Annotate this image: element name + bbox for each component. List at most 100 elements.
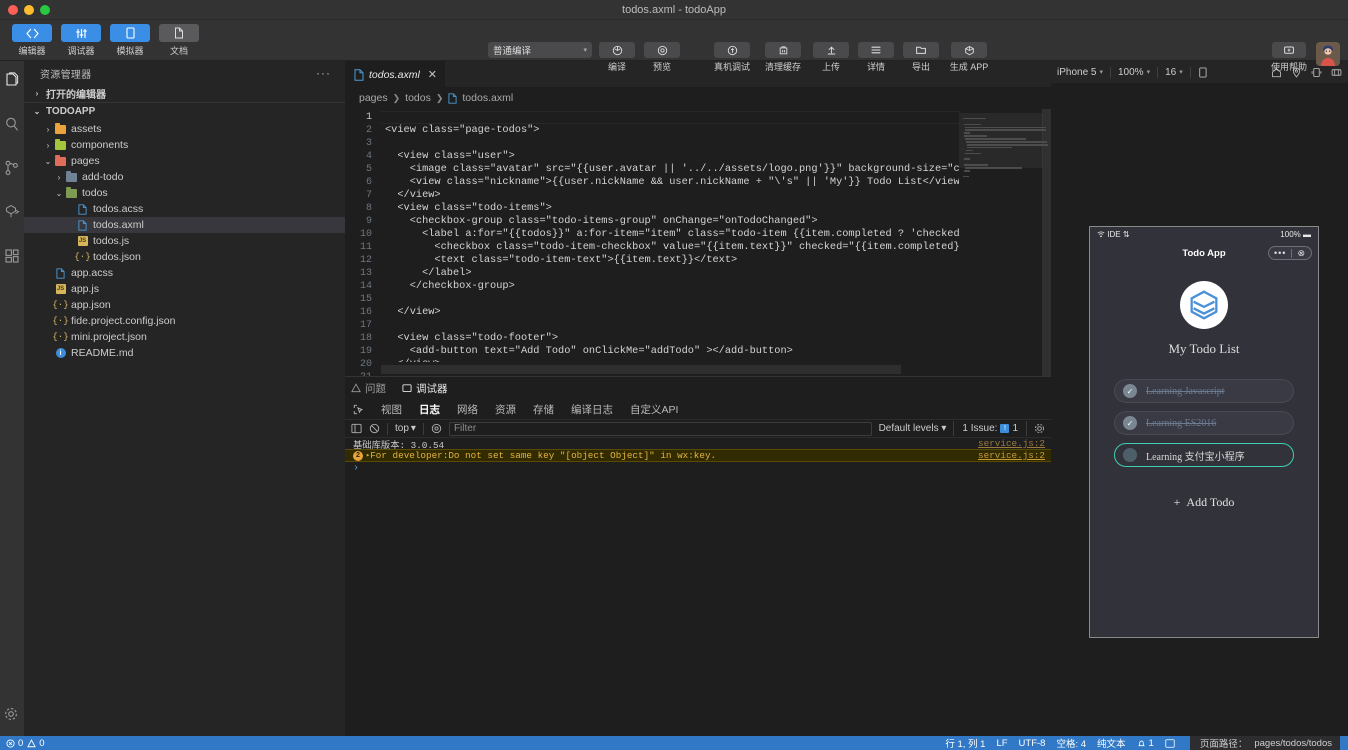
- tree-item-todos-axml[interactable]: todos.axml: [24, 217, 345, 233]
- inspect-element-icon[interactable]: [353, 404, 364, 415]
- debug-icon[interactable]: [3, 203, 21, 221]
- console-issues-button[interactable]: 1 Issue: ! 1: [953, 421, 1027, 436]
- tree-item-app-json[interactable]: {·} app.json: [24, 297, 345, 313]
- add-todo-button[interactable]: + Add Todo: [1159, 489, 1249, 515]
- code-line[interactable]: </checkbox-group>: [381, 280, 959, 293]
- tree-item-readme-md[interactable]: i README.md: [24, 345, 345, 361]
- generate-app-button[interactable]: 生成 APP: [946, 42, 992, 73]
- gear-icon[interactable]: [3, 706, 19, 722]
- code-line[interactable]: <text class="todo-item-text">{{item.text…: [381, 254, 959, 267]
- open-editors-section[interactable]: › 打开的编辑器: [24, 85, 345, 102]
- toolbar-editor-button[interactable]: 编辑器: [12, 24, 52, 57]
- extensions-icon[interactable]: [3, 247, 21, 265]
- tree-item-app-js[interactable]: JS app.js: [24, 281, 345, 297]
- console-filter-input[interactable]: Filter: [448, 421, 872, 436]
- page-path-indicator[interactable]: 页面路径： pages/todos/todos: [1189, 736, 1340, 750]
- console-settings-gear-icon[interactable]: [1034, 423, 1045, 434]
- todo-item[interactable]: ✓ Learning ES2016: [1114, 411, 1294, 435]
- code-line[interactable]: </view>: [381, 306, 959, 319]
- more-icon[interactable]: •••: [1274, 248, 1286, 258]
- code-line[interactable]: <view class="todo-footer">: [381, 332, 959, 345]
- console-log-row[interactable]: 基础库版本: 3.0.54 service.js:2: [345, 438, 1051, 451]
- tree-item-fide-project-config-json[interactable]: {·} fide.project.config.json: [24, 313, 345, 329]
- tree-item-app-acss[interactable]: app.acss: [24, 265, 345, 281]
- minimap[interactable]: [959, 109, 1051, 362]
- close-icon[interactable]: ✕: [428, 68, 437, 81]
- todo-item[interactable]: Learning 支付宝小程序: [1114, 443, 1294, 467]
- search-icon[interactable]: [3, 115, 21, 133]
- version-select[interactable]: 16 ▾: [1165, 67, 1183, 78]
- tree-item-todos-acss[interactable]: todos.acss: [24, 201, 345, 217]
- editor-vertical-scrollbar[interactable]: [1042, 109, 1051, 376]
- console-eye-icon[interactable]: [431, 423, 442, 434]
- capsule-menu[interactable]: ••• ⊗: [1268, 246, 1312, 260]
- upload-button[interactable]: 上传: [811, 42, 851, 73]
- tree-item-components[interactable]: › components: [24, 137, 345, 153]
- code-line[interactable]: [381, 293, 959, 306]
- preview-button[interactable]: 预览: [642, 42, 682, 73]
- breadcrumb-item-2[interactable]: todos.axml: [462, 92, 513, 104]
- code-line[interactable]: [381, 319, 959, 332]
- zoom-select[interactable]: 100% ▾: [1118, 67, 1150, 78]
- log-source-link[interactable]: service.js:2: [978, 450, 1045, 461]
- device-select[interactable]: iPhone 5 ▾: [1057, 67, 1103, 78]
- tree-item-todos-json[interactable]: {·} todos.json: [24, 249, 345, 265]
- minimize-window-button[interactable]: [24, 4, 34, 15]
- details-button[interactable]: 详情: [856, 42, 896, 73]
- project-root-row[interactable]: ⌄ TODOAPP: [24, 103, 345, 120]
- breadcrumb-item-0[interactable]: pages: [359, 92, 388, 104]
- todo-checkbox[interactable]: [1123, 448, 1137, 462]
- compile-button[interactable]: 编译: [597, 42, 637, 73]
- layout-toggle-icon[interactable]: [1165, 739, 1175, 748]
- subtab-storage[interactable]: 存储: [533, 402, 554, 417]
- code-line[interactable]: </label>: [381, 267, 959, 280]
- files-icon[interactable]: [3, 71, 21, 89]
- code-line[interactable]: <image class="avatar" src="{{user.avatar…: [381, 163, 959, 176]
- code-line[interactable]: <add-button text="Add Todo" onClickMe="a…: [381, 345, 959, 358]
- branch-icon[interactable]: [3, 159, 21, 177]
- code-line[interactable]: <view class="nickname">{{user.nickName &…: [381, 176, 959, 189]
- code-line[interactable]: <checkbox-group class="todo-items-group"…: [381, 215, 959, 228]
- toolbar-document-button[interactable]: 文档: [159, 24, 199, 57]
- console-context-select[interactable]: top ▾: [395, 423, 416, 434]
- close-circle-icon[interactable]: ⊗: [1297, 248, 1306, 259]
- tab-problems[interactable]: 问题: [351, 377, 386, 399]
- subtab-custom-api[interactable]: 自定义API: [630, 402, 678, 417]
- tree-item-todos[interactable]: ⌄ todos: [24, 185, 345, 201]
- compile-mode-select[interactable]: 普通编译 ▾: [488, 42, 592, 58]
- toolbar-debugger-button[interactable]: 调试器: [61, 24, 101, 57]
- code-line[interactable]: </view>: [381, 358, 959, 362]
- code-line[interactable]: <view class="page-todos">: [381, 124, 959, 137]
- subtab-compile-log[interactable]: 编译日志: [571, 402, 613, 417]
- code-line[interactable]: </view>: [381, 189, 959, 202]
- indentation-indicator[interactable]: 空格: 4: [1056, 736, 1086, 750]
- tree-item-todos-js[interactable]: JS todos.js: [24, 233, 345, 249]
- todo-checkbox[interactable]: ✓: [1123, 416, 1137, 430]
- code-editor[interactable]: 12345678910111213141516171819202122 <vie…: [345, 109, 1051, 376]
- rotate-device-icon[interactable]: [1198, 66, 1208, 78]
- export-button[interactable]: 导出: [901, 42, 941, 73]
- clear-console-icon[interactable]: [369, 423, 380, 434]
- tree-item-pages[interactable]: ⌄ pages: [24, 153, 345, 169]
- subtab-network[interactable]: 网络: [457, 402, 478, 417]
- encoding-indicator[interactable]: UTF-8: [1019, 738, 1046, 749]
- editor-horizontal-scrollbar[interactable]: [381, 365, 901, 374]
- avatar[interactable]: [1316, 42, 1340, 66]
- window-controls[interactable]: [0, 4, 50, 15]
- tree-item-assets[interactable]: › assets: [24, 121, 345, 137]
- explorer-more-icon[interactable]: ···: [316, 66, 331, 80]
- console-prompt[interactable]: ›: [345, 462, 1051, 474]
- toolbar-simulator-button[interactable]: 模拟器: [110, 24, 150, 57]
- subtab-log[interactable]: 日志: [419, 402, 440, 417]
- subtab-view[interactable]: 视图: [381, 402, 402, 417]
- console-levels-select[interactable]: Default levels ▾: [879, 423, 947, 434]
- console-sidebar-icon[interactable]: [351, 423, 362, 434]
- notifications-bell[interactable]: 1: [1137, 738, 1154, 749]
- status-errors[interactable]: 0: [6, 738, 23, 749]
- tab-todos-axml[interactable]: todos.axml ✕: [345, 61, 445, 87]
- code-line[interactable]: <view class="user">: [381, 150, 959, 163]
- maximize-window-button[interactable]: [40, 4, 50, 15]
- todo-item[interactable]: ✓ Learning Javascript: [1114, 379, 1294, 403]
- log-source-link[interactable]: service.js:2: [978, 438, 1045, 449]
- console-log-row[interactable]: 2 ▸ For developer:Do not set same key "[o…: [345, 449, 1051, 462]
